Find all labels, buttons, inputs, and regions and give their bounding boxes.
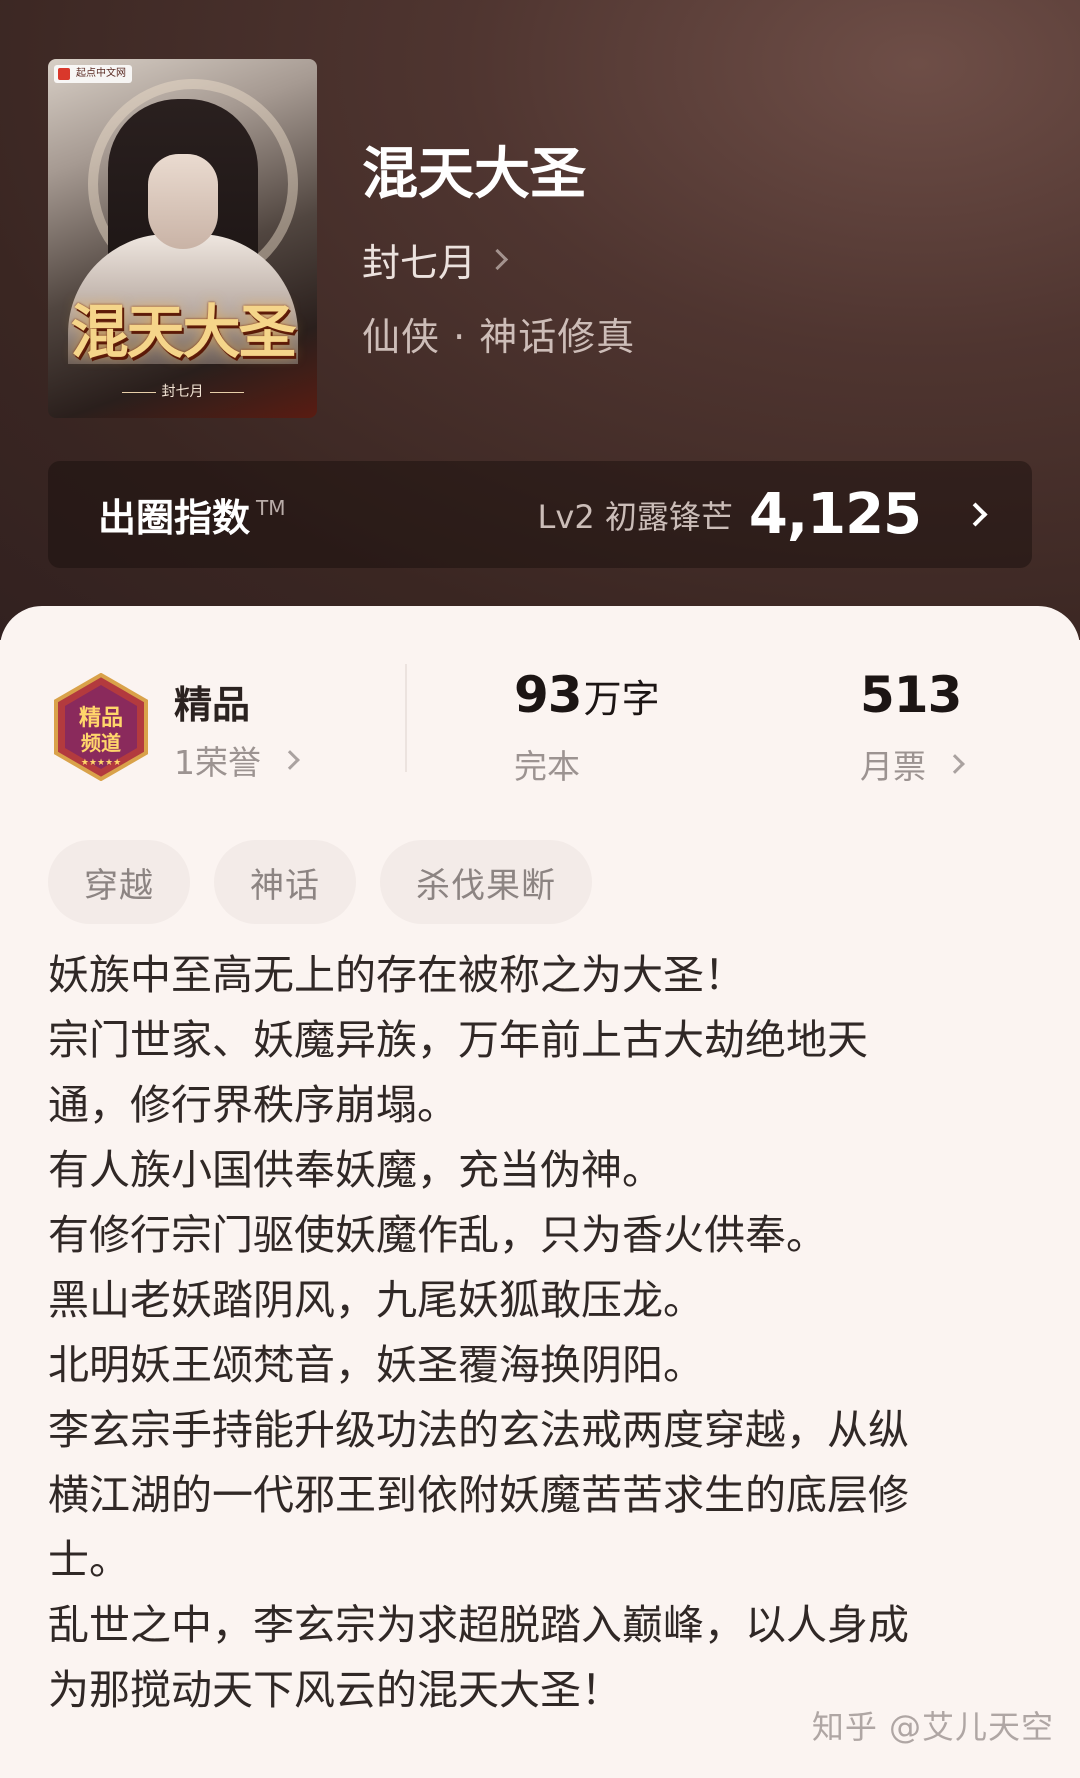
description-line: 有修行宗门驱使妖魔作乱，只为香火供奉。 (48, 1211, 827, 1259)
svg-text:频道: 频道 (81, 731, 121, 755)
svg-text:★★★★★: ★★★★★ (81, 758, 121, 768)
description-line: 有人族小国供奉妖魔，充当伪神。 (48, 1146, 663, 1194)
circle-index-label: 出圈指数 (98, 496, 251, 540)
description-line: 黑山老妖踏阴风，九尾妖狐敢压龙。 (48, 1276, 704, 1324)
author-link[interactable]: 封七月 (362, 235, 509, 285)
chevron-right-icon (280, 750, 300, 770)
description-line: 宗门世家、妖魔异族，万年前上古大劫绝地天 (48, 1016, 868, 1064)
cover-figure-face (148, 154, 218, 249)
circle-index-score: 4,125 (748, 482, 922, 547)
chevron-right-icon (963, 502, 988, 527)
chevron-right-icon (486, 248, 509, 270)
monthly-votes-link[interactable]: 月票 (860, 740, 965, 788)
stat-divider (405, 664, 407, 772)
chevron-right-icon (945, 754, 965, 774)
tag-list: 穿越 神话 杀伐果断 (48, 840, 592, 924)
book-detail-card: 精品 频道 ★★★★★ 精品 1荣誉 93 万字 完本 513 月票 穿越 神话… (0, 606, 1080, 1778)
description-line: 士。 (48, 1536, 130, 1584)
cover-title-art: 混天大圣 (70, 298, 296, 366)
description-line: 横江湖的一代邪王到依附妖魔苦苦求生的底层修 (48, 1471, 909, 1519)
quality-honor-link[interactable]: 1荣誉 (174, 736, 300, 784)
cover-publisher-badge: 起点中文网 (54, 65, 132, 83)
book-genre: 仙侠 · 神话修真 (362, 315, 636, 359)
book-header: 起点中文网 混天大圣 封七月 混天大圣 封七月 仙侠 · 神话修真 出圈指数 T… (0, 0, 1080, 640)
tag-chip[interactable]: 神话 (214, 840, 356, 924)
word-count: 93 万字 (514, 666, 660, 724)
book-description: 妖族中至高无上的存在被称之为大圣！ 宗门世家、妖魔异族，万年前上古大劫绝地天 通… (48, 943, 1008, 1723)
monthly-votes-value: 513 (860, 666, 962, 724)
word-count-unit: 万字 (583, 677, 660, 721)
quality-title: 精品 (174, 683, 251, 727)
description-line: 通，修行界秩序崩塌。 (48, 1081, 458, 1129)
tag-chip[interactable]: 杀伐果断 (380, 840, 592, 924)
description-line: 李玄宗手持能升级功法的玄法戒两度穿越，从纵 (48, 1406, 909, 1454)
tag-chip[interactable]: 穿越 (48, 840, 190, 924)
description-line: 妖族中至高无上的存在被称之为大圣！ (48, 951, 745, 999)
author-name: 封七月 (362, 240, 477, 285)
circle-index-value-group: Lv2 初露锋芒 4,125 (537, 461, 988, 568)
cover-author-line: 封七月 (48, 381, 317, 401)
watermark: 知乎 @艾儿天空 (811, 1708, 1054, 1746)
book-title: 混天大圣 (362, 141, 586, 207)
monthly-votes-label: 月票 (860, 747, 926, 786)
quality-honor-count: 1荣誉 (174, 743, 261, 782)
description-line: 乱世之中，李玄宗为求超脱踏入巅峰，以人身成 (48, 1601, 909, 1649)
circle-index-bar[interactable]: 出圈指数 TM Lv2 初露锋芒 4,125 (48, 461, 1032, 568)
word-count-value: 93 (514, 666, 583, 724)
book-cover[interactable]: 起点中文网 混天大圣 封七月 (48, 59, 317, 418)
completion-status: 完本 (514, 747, 580, 786)
circle-index-label-group: 出圈指数 TM (98, 461, 286, 568)
trademark-mark: TM (256, 495, 286, 520)
description-line: 北明妖王颂梵音，妖圣覆海换阴阳。 (48, 1341, 704, 1389)
circle-index-level: Lv2 初露锋芒 (537, 497, 733, 536)
jingpin-badge-icon[interactable]: 精品 频道 ★★★★★ (52, 673, 150, 781)
svg-text:精品: 精品 (79, 705, 123, 731)
